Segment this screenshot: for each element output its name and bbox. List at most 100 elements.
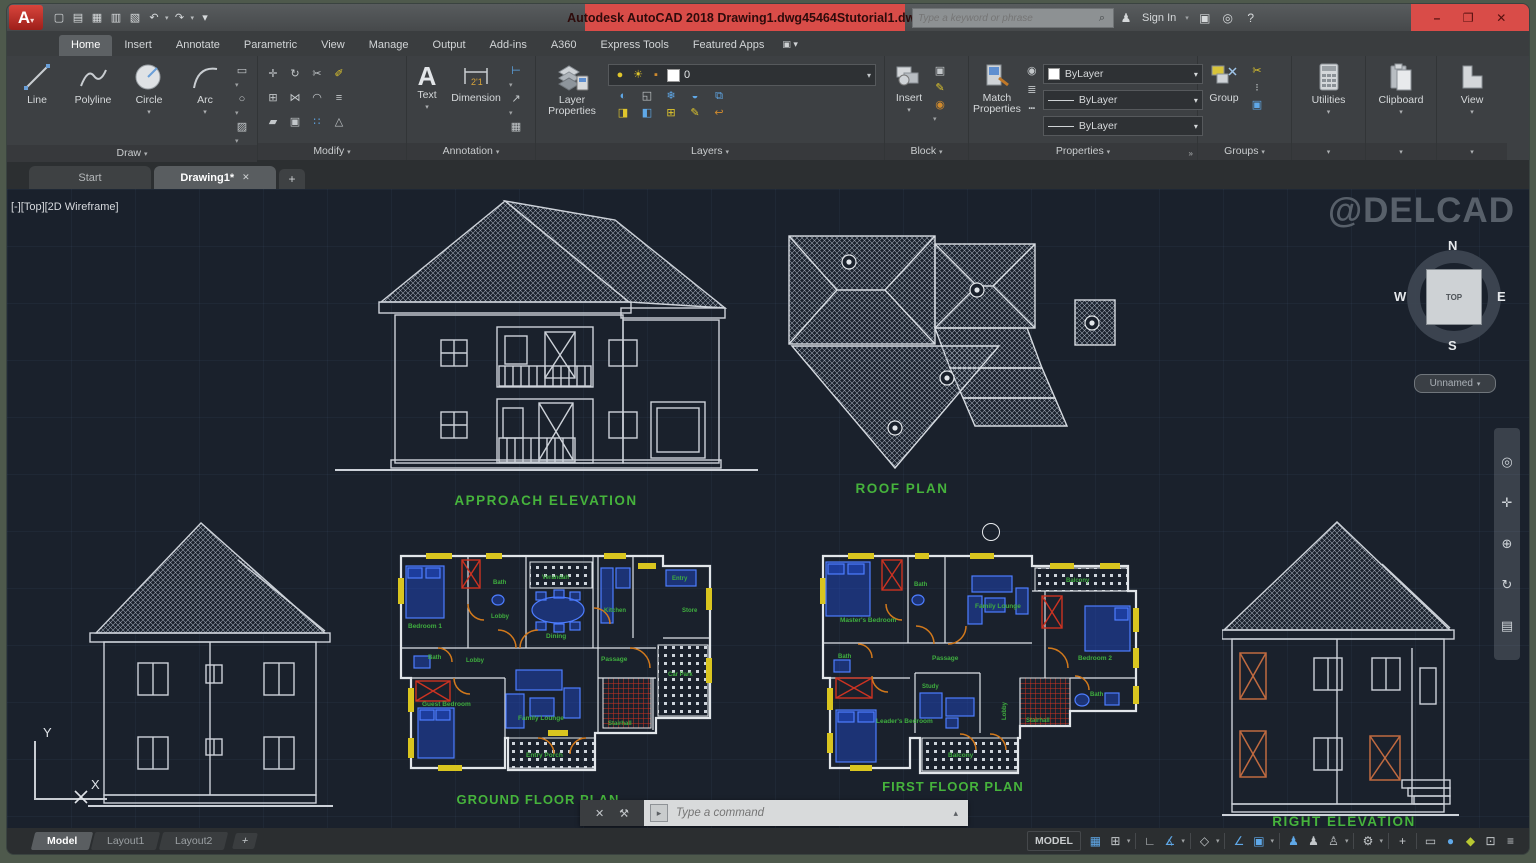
osnap-icon[interactable]: ▣ <box>1250 833 1267 850</box>
redo-icon-arrow[interactable]: ▾ <box>191 14 195 22</box>
compass-west[interactable]: W <box>1394 289 1406 304</box>
layer-properties-button[interactable]: Layer Properties <box>540 60 604 117</box>
ribbon-tab-add-ins[interactable]: Add-ins <box>478 35 539 56</box>
ribbon-tab-annotate[interactable]: Annotate <box>164 35 232 56</box>
annotation-scale-icon-arrow[interactable]: ▾ <box>1345 837 1349 845</box>
isodraft-icon[interactable]: ◇ <box>1196 833 1213 850</box>
snap-icon[interactable]: ⊞ <box>1107 833 1124 850</box>
leader-icon-arrow[interactable]: ▾ <box>509 109 523 117</box>
view-panel-label[interactable]: ▾ <box>1437 143 1507 160</box>
command-customize-icon[interactable]: ⚒ <box>619 807 629 820</box>
new-file-icon[interactable]: ▢ <box>51 11 67 25</box>
customize-menu-icon[interactable]: ≡ <box>1502 833 1519 850</box>
ribbon-tab-home[interactable]: Home <box>59 35 112 56</box>
ribbon-tab-express-tools[interactable]: Express Tools <box>589 35 681 56</box>
view-button[interactable]: View▾ <box>1446 60 1498 118</box>
properties-panel-label[interactable]: Properties ▾ <box>969 143 1197 160</box>
arc-button[interactable]: Arc▾ <box>179 60 231 118</box>
erase-icon[interactable]: ▰ <box>266 115 280 129</box>
pan-icon[interactable]: ✛ <box>1500 496 1514 510</box>
group-button[interactable]: Group <box>1202 60 1246 104</box>
circle-button[interactable]: Circle▾ <box>123 60 175 118</box>
undo-icon-arrow[interactable]: ▾ <box>165 14 169 22</box>
infocenter-search[interactable]: ⌕ <box>912 8 1114 28</box>
model-space-canvas[interactable]: [-][Top][2D Wireframe] @DELCAD TOP N E S… <box>7 189 1529 828</box>
layer-dropdown[interactable]: ● ☀ ▪ 0 ▾ <box>608 64 876 86</box>
utilities-button[interactable]: Utilities▾ <box>1303 60 1355 118</box>
clipboard-panel-label[interactable]: ▾ <box>1366 143 1436 160</box>
linetype-dropdown[interactable]: ByLayer▾ <box>1043 116 1203 136</box>
layout2-tab[interactable]: Layout2 <box>158 832 228 850</box>
ucs-unnamed-button[interactable]: Unnamed▾ <box>1414 374 1496 393</box>
stretch-icon[interactable]: △ <box>332 115 346 129</box>
ortho-icon[interactable]: ∟ <box>1141 833 1158 850</box>
line-button[interactable]: Line <box>11 60 63 106</box>
model-tab[interactable]: Model <box>31 832 94 850</box>
compass-east[interactable]: E <box>1497 289 1506 304</box>
ribbon-tab-insert[interactable]: Insert <box>112 35 164 56</box>
zoom-icon[interactable]: ⊕ <box>1500 537 1514 551</box>
leader-icon[interactable]: ↗ <box>509 92 523 106</box>
restore-button[interactable]: ❐ <box>1463 11 1474 25</box>
workspace-gear-icon-arrow[interactable]: ▾ <box>1379 837 1383 845</box>
qat-menu-icon[interactable]: ▾ <box>197 11 213 25</box>
hatch-icon-arrow[interactable]: ▾ <box>235 137 249 145</box>
ribbon-tab-parametric[interactable]: Parametric <box>232 35 309 56</box>
mirror-icon[interactable]: ⋈ <box>288 91 302 105</box>
layer-freeze2-icon[interactable]: ❄ <box>664 89 678 103</box>
compass-south[interactable]: S <box>1448 338 1457 353</box>
explode-icon[interactable]: ▣ <box>288 115 302 129</box>
rectangle-icon[interactable]: ▭ <box>235 64 249 78</box>
polar-tracking-icon[interactable]: ∡ <box>1161 833 1178 850</box>
match-icon[interactable]: ✐ <box>332 67 346 81</box>
orbit-icon[interactable]: ↻ <box>1500 578 1514 592</box>
dimension-button[interactable]: 2'1 Dimension <box>447 60 505 104</box>
workspace-gear-icon[interactable]: ⚙ <box>1359 833 1376 850</box>
utilities-panel-label[interactable]: ▾ <box>1292 143 1365 160</box>
ribbon-tab-output[interactable]: Output <box>421 35 478 56</box>
save-as-icon[interactable]: ▥ <box>108 11 124 25</box>
table-icon[interactable]: ▦ <box>509 120 523 134</box>
layers-panel-label[interactable]: Layers ▾ <box>536 143 884 160</box>
match-properties-button[interactable]: Match Properties <box>973 60 1021 115</box>
new-drawing-tab-button[interactable]: + <box>279 169 305 189</box>
signin-caret[interactable]: ▾ <box>1185 14 1189 22</box>
fillet-icon[interactable]: ◠ <box>310 91 324 105</box>
viewport-controls[interactable]: [-][Top][2D Wireframe] <box>11 201 119 213</box>
close-button[interactable]: ✕ <box>1496 11 1506 25</box>
annotation-autoscale-icon[interactable]: ♟ <box>1305 833 1322 850</box>
layer-dropdown-caret[interactable]: ▾ <box>867 71 871 80</box>
hatch-icon[interactable]: ▨ <box>235 120 249 134</box>
application-menu-button[interactable]: A▾ <box>9 5 43 30</box>
recent-commands-icon[interactable]: ▴ <box>953 808 962 819</box>
viewcube[interactable]: TOP N E S W <box>1398 241 1510 353</box>
file-tab-drawing1[interactable]: Drawing1*✕ <box>154 166 276 189</box>
layer-lock2-icon[interactable]: ◒ <box>688 89 702 103</box>
array-icon[interactable]: ∷ <box>310 115 324 129</box>
sign-in-button[interactable]: Sign In <box>1142 12 1176 24</box>
edit-block-icon[interactable]: ✎ <box>933 81 947 95</box>
linear-dim-icon-arrow[interactable]: ▾ <box>509 81 523 89</box>
block-panel-label[interactable]: Block ▾ <box>885 143 968 160</box>
minimize-button[interactable]: – <box>1434 11 1441 25</box>
grid-icon[interactable]: ▦ <box>1087 833 1104 850</box>
group-edit-icon[interactable]: ⁝ <box>1250 81 1264 95</box>
layer-isolate-icon[interactable]: ◱ <box>640 89 654 103</box>
model-space-button[interactable]: MODEL <box>1027 831 1081 851</box>
polyline-button[interactable]: Polyline <box>67 60 119 106</box>
ellipse-icon[interactable]: ○ <box>235 92 249 106</box>
save-icon[interactable]: ▦ <box>89 11 105 25</box>
tray-trusted-icon[interactable]: ◆ <box>1462 833 1479 850</box>
layer-unisolate-icon[interactable]: ◨ <box>616 106 630 120</box>
navigation-wheel-icon[interactable]: ◎ <box>1500 455 1514 469</box>
ribbon-options-icon[interactable]: ▣ ▾ <box>782 39 798 56</box>
linetype-icon[interactable]: ┅ <box>1025 102 1039 116</box>
file-tab-start[interactable]: Start <box>29 166 151 189</box>
clipboard-button[interactable]: Clipboard▾ <box>1375 60 1427 118</box>
annotation-scale-icon[interactable]: ♙ <box>1325 833 1342 850</box>
compass-north[interactable]: N <box>1448 238 1457 253</box>
polar-tracking-icon-arrow[interactable]: ▾ <box>1181 837 1185 845</box>
search-input[interactable] <box>913 13 1095 24</box>
osnap-tracking-icon[interactable]: ∠ <box>1230 833 1247 850</box>
layer-match-icon[interactable]: ⧉ <box>712 89 726 103</box>
